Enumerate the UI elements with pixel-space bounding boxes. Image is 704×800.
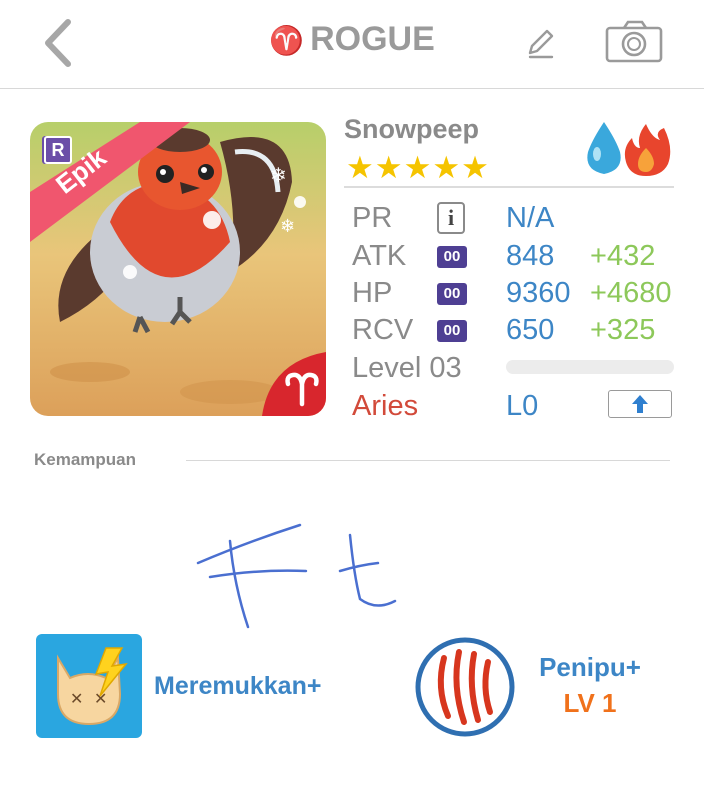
- pencil-icon[interactable]: [522, 25, 558, 61]
- hp-bonus: +4680: [590, 277, 672, 309]
- atk-value: 848: [506, 240, 555, 272]
- camera-icon[interactable]: [604, 20, 664, 64]
- rcv-label: RCV: [352, 314, 414, 346]
- svg-text:❄: ❄: [280, 216, 295, 237]
- arrow-up-icon: [632, 395, 648, 413]
- atk-label: ATK: [352, 240, 407, 272]
- pr-value: N/A: [506, 202, 555, 234]
- zodiac-sign-label: Aries: [352, 390, 419, 422]
- svg-text:❄: ❄: [270, 163, 287, 187]
- skill2-name: Penipu+: [539, 652, 641, 682]
- hp-plus-badge: 00: [437, 283, 467, 305]
- monster-name: Snowpeep: [344, 114, 480, 144]
- atk-plus-badge: 00: [437, 246, 467, 268]
- hp-value: 9360: [506, 277, 571, 309]
- svg-text:✕: ✕: [70, 689, 83, 708]
- hp-label: HP: [352, 277, 393, 309]
- stats-divider: [344, 186, 674, 188]
- aries-title-icon: ♈: [269, 25, 305, 56]
- page-title-text: ROGUE: [310, 20, 435, 58]
- aries-sign-icon: [282, 368, 322, 408]
- handwritten-scribble: [196, 523, 397, 629]
- rcv-value: 650: [506, 314, 555, 346]
- info-icon[interactable]: i: [437, 202, 465, 234]
- abilities-heading: Kemampuan: [34, 450, 137, 469]
- page-title: ♈ ROGUE: [0, 20, 704, 59]
- rcv-bonus: +325: [590, 314, 656, 346]
- skill1-name: Meremukkan+: [154, 672, 322, 700]
- xp-progress-bar: [506, 360, 674, 374]
- claw-marks-icon[interactable]: [414, 636, 516, 738]
- upgrade-button[interactable]: [608, 390, 672, 418]
- star-rating: ★★★★★: [346, 150, 490, 185]
- skill2-level: LV 1: [563, 688, 617, 718]
- pr-label: PR: [352, 202, 393, 234]
- zodiac-level-value: L0: [506, 390, 539, 422]
- monster-card[interactable]: ❄ ❄ R Epik: [30, 122, 326, 416]
- element-icons: [580, 118, 676, 182]
- rarity-badge: R: [44, 136, 72, 164]
- abilities-divider: [186, 460, 670, 461]
- water-drop-icon: [587, 122, 621, 174]
- fire-icon: [624, 124, 671, 176]
- level-label: Level 03: [352, 352, 462, 384]
- rcv-plus-badge: 00: [437, 320, 467, 342]
- atk-bonus: +432: [590, 240, 656, 272]
- lightning-face-icon[interactable]: ✕ ✕: [36, 634, 142, 738]
